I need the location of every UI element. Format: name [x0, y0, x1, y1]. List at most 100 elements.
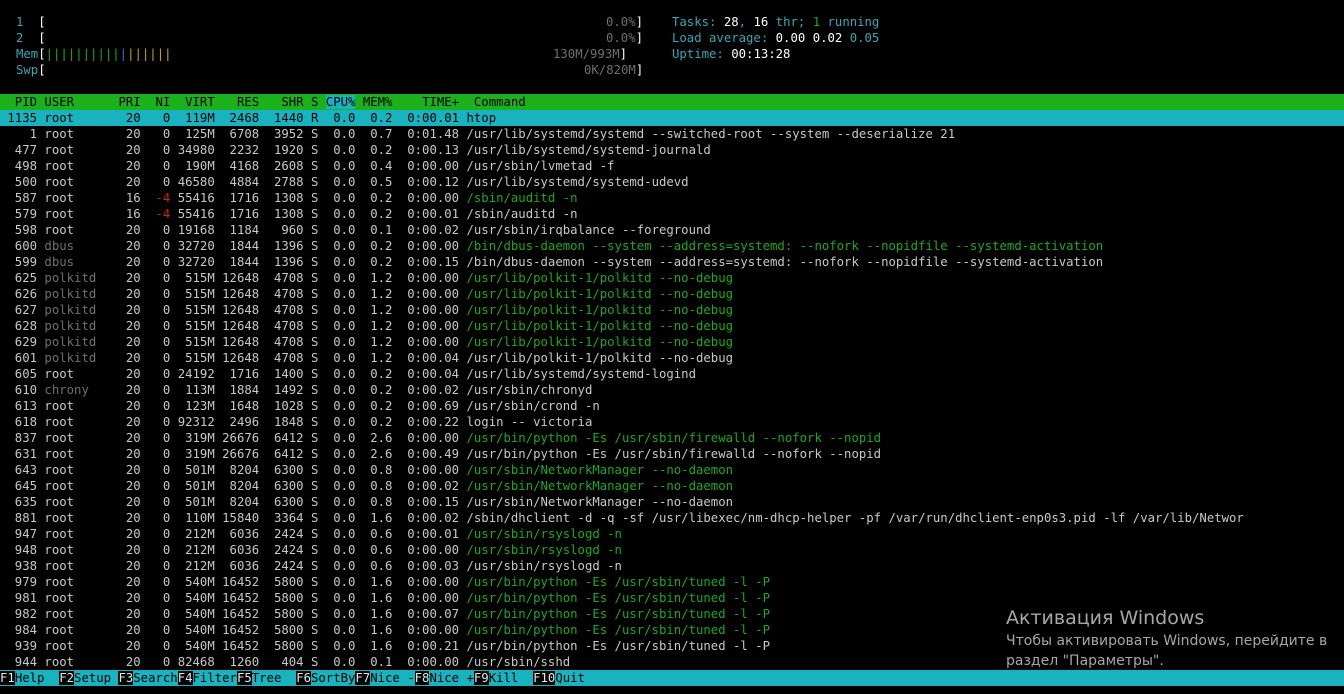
fkey-label-sortby[interactable]: SortBy	[311, 671, 355, 685]
column-header-s[interactable]: S	[304, 95, 326, 109]
process-shr: 6300	[259, 495, 304, 509]
process-row[interactable]: 613 root 20 0 123M 1648 1028 S 0.0 0.2 0…	[0, 398, 1344, 414]
process-shr: 5800	[259, 607, 304, 621]
fkey-f1[interactable]: F1	[0, 671, 15, 685]
fkey-f2[interactable]: F2	[59, 671, 75, 685]
process-row[interactable]: 625 polkitd 20 0 515M 12648 4708 S 0.0 1…	[0, 270, 1344, 286]
process-state: S	[303, 431, 326, 445]
process-virt: 540M	[170, 623, 215, 637]
fkey-f7[interactable]: F7	[355, 671, 371, 685]
fkey-label-quit[interactable]: Quit	[555, 671, 585, 685]
process-ni: 0	[140, 591, 171, 605]
fkey-f10[interactable]: F10	[533, 671, 556, 685]
process-command: /usr/bin/python -Es /usr/sbin/firewalld …	[466, 447, 882, 461]
process-row[interactable]: 598 root 20 0 19168 1184 960 S 0.0 0.1 0…	[0, 222, 1344, 238]
process-row[interactable]: 643 root 20 0 501M 8204 6300 S 0.0 0.8 0…	[0, 462, 1344, 478]
process-row[interactable]: 579 root 16 -4 55416 1716 1308 S 0.0 0.2…	[0, 206, 1344, 222]
process-virt: 540M	[170, 591, 215, 605]
process-row[interactable]: 635 root 20 0 501M 8204 6300 S 0.0 0.8 0…	[0, 494, 1344, 510]
process-row[interactable]: 618 root 20 0 92312 2496 1848 S 0.0 0.2 …	[0, 414, 1344, 430]
process-row[interactable]: 610 chrony 20 0 113M 1884 1492 S 0.0 0.2…	[0, 382, 1344, 398]
process-row[interactable]: 837 root 20 0 319M 26676 6412 S 0.0 2.6 …	[0, 430, 1344, 446]
process-row[interactable]: 477 root 20 0 34980 2232 1920 S 0.0 0.2 …	[0, 142, 1344, 158]
fkey-f6[interactable]: F6	[296, 671, 311, 685]
column-header-cpu-sorted[interactable]: CPU%	[325, 95, 356, 109]
fkey-f9[interactable]: F9	[473, 671, 489, 685]
process-user: root	[44, 447, 104, 461]
fkey-label-search[interactable]: Search	[133, 671, 177, 685]
process-command: /bin/dbus-daemon --system --address=syst…	[466, 239, 1104, 253]
fkey-f4[interactable]: F4	[177, 671, 193, 685]
process-row[interactable]: 629 polkitd 20 0 515M 12648 4708 S 0.0 1…	[0, 334, 1344, 350]
process-shr: 6300	[259, 479, 304, 493]
process-command: /sbin/auditd -n	[466, 191, 578, 205]
process-virt: 540M	[170, 639, 215, 653]
process-cpu: 0.0	[325, 143, 371, 157]
process-row[interactable]: 948 root 20 0 212M 6036 2424 S 0.0 0.6 0…	[0, 542, 1344, 558]
process-row[interactable]: 938 root 20 0 212M 6036 2424 S 0.0 0.6 0…	[0, 558, 1344, 574]
fkey-f5[interactable]: F5	[236, 671, 252, 685]
process-command: /usr/sbin/NetworkManager --no-daemon	[466, 463, 734, 477]
fkey-label-kill[interactable]: Kill	[489, 671, 533, 685]
process-time: 0:00.69	[399, 399, 467, 413]
process-cpu: 0.0	[325, 511, 371, 525]
column-header-time[interactable]: TIME+	[392, 95, 473, 109]
process-command: /usr/lib/systemd/systemd-udevd	[466, 175, 689, 189]
process-row[interactable]: 1135 root 20 0 119M 2468 1440 R 0.0 0.2 …	[0, 110, 1344, 126]
process-row[interactable]: 500 root 20 0 46580 4884 2788 S 0.0 0.5 …	[0, 174, 1344, 190]
process-cpu: 0.0	[325, 159, 371, 173]
process-res: 1716	[214, 191, 260, 205]
process-user: root	[44, 399, 104, 413]
column-header-user[interactable]: USER	[44, 95, 103, 109]
process-row[interactable]: 599 dbus 20 0 32720 1844 1396 S 0.0 0.2 …	[0, 254, 1344, 270]
column-header-pid[interactable]: PID	[0, 95, 44, 109]
process-pid: 837	[0, 431, 45, 445]
process-pid: 625	[0, 271, 45, 285]
fkey-f8[interactable]: F8	[414, 671, 430, 685]
process-row[interactable]: 947 root 20 0 212M 6036 2424 S 0.0 0.6 0…	[0, 526, 1344, 542]
process-res: 6036	[214, 543, 260, 557]
fkey-label-nice[interactable]: Nice +	[429, 671, 473, 685]
column-header-mem[interactable]: MEM%	[355, 95, 393, 109]
fkey-label-help[interactable]: Help	[15, 671, 59, 685]
fkey-label-tree[interactable]: Tree	[252, 671, 296, 685]
process-row[interactable]: 587 root 16 -4 55416 1716 1308 S 0.0 0.2…	[0, 190, 1344, 206]
column-header-row[interactable]: PID USER PRI NI VIRT RES SHR S CPU% MEM%…	[0, 94, 1344, 110]
process-row[interactable]: 979 root 20 0 540M 16452 5800 S 0.0 1.6 …	[0, 574, 1344, 590]
column-header-ni[interactable]: NI	[141, 95, 170, 109]
process-virt: 515M	[170, 303, 215, 317]
column-header-shr[interactable]: SHR	[259, 95, 303, 109]
process-row[interactable]: 601 polkitd 20 0 515M 12648 4708 S 0.0 1…	[0, 350, 1344, 366]
process-row[interactable]: 881 root 20 0 110M 15840 3364 S 0.0 1.6 …	[0, 510, 1344, 526]
process-time: 0:00.21	[399, 639, 467, 653]
column-header-pri[interactable]: PRI	[104, 95, 140, 109]
column-header-command[interactable]: Command	[474, 95, 526, 109]
process-row[interactable]: 981 root 20 0 540M 16452 5800 S 0.0 1.6 …	[0, 590, 1344, 606]
process-shr: 1848	[259, 415, 304, 429]
process-row[interactable]: 631 root 20 0 319M 26676 6412 S 0.0 2.6 …	[0, 446, 1344, 462]
process-state: S	[303, 191, 326, 205]
swp-value: 0K/820M]	[584, 63, 644, 77]
column-header-virt[interactable]: VIRT	[170, 95, 215, 109]
process-state: S	[303, 335, 326, 349]
fkey-label-nice[interactable]: Nice -	[370, 671, 414, 685]
process-mem: 0.2	[370, 399, 400, 413]
process-user: root	[44, 159, 104, 173]
process-row[interactable]: 600 dbus 20 0 32720 1844 1396 S 0.0 0.2 …	[0, 238, 1344, 254]
process-row[interactable]: 498 root 20 0 190M 4168 2608 S 0.0 0.4 0…	[0, 158, 1344, 174]
process-row[interactable]: 605 root 20 0 24192 1716 1400 S 0.0 0.2 …	[0, 366, 1344, 382]
process-pri: 20	[103, 271, 141, 285]
fkey-label-setup[interactable]: Setup	[74, 671, 118, 685]
process-row[interactable]: 628 polkitd 20 0 515M 12648 4708 S 0.0 1…	[0, 318, 1344, 334]
fkey-label-filter[interactable]: Filter	[193, 671, 237, 685]
process-pid: 938	[0, 559, 45, 573]
process-row[interactable]: 645 root 20 0 501M 8204 6300 S 0.0 0.8 0…	[0, 478, 1344, 494]
process-row[interactable]: 1 root 20 0 125M 6708 3952 S 0.0 0.7 0:0…	[0, 126, 1344, 142]
column-header-res[interactable]: RES	[215, 95, 259, 109]
process-time: 0:00.00	[399, 335, 467, 349]
process-time: 0:00.01	[399, 527, 467, 541]
process-row[interactable]: 627 polkitd 20 0 515M 12648 4708 S 0.0 1…	[0, 302, 1344, 318]
process-row[interactable]: 626 polkitd 20 0 515M 12648 4708 S 0.0 1…	[0, 286, 1344, 302]
fkey-f3[interactable]: F3	[118, 671, 134, 685]
process-cpu: 0.0	[325, 175, 371, 189]
